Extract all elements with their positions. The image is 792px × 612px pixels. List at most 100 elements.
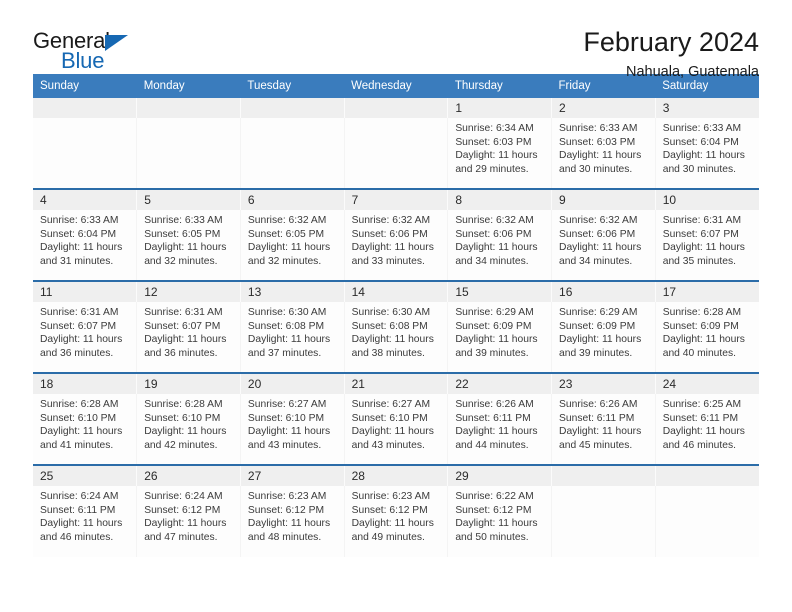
day-number[interactable]: 23 (551, 372, 656, 394)
day-number[interactable]: 24 (655, 372, 759, 394)
weekday-header-sunday: Sunday (33, 74, 137, 98)
daylight-text: and 32 minutes. (247, 255, 322, 267)
day-number[interactable]: 18 (33, 372, 138, 394)
day-cell[interactable]: Sunrise: 6:33 AM Sunset: 6:03 PM Daylight:… (551, 118, 656, 189)
day-cell[interactable]: Sunrise: 6:34 AM Sunset: 6:03 PM Daylight:… (447, 118, 553, 189)
day-number[interactable]: 7 (344, 188, 449, 210)
day-number[interactable]: 21 (344, 372, 449, 394)
day-cell[interactable]: Sunrise: 6:33 AM Sunset: 6:04 PM Daylight:… (655, 118, 759, 189)
week-daynumber-row: 11 12 13 14 15 16 17 (33, 280, 759, 302)
day-number[interactable]: 28 (344, 464, 449, 486)
day-cell[interactable]: Sunrise: 6:22 AM Sunset: 6:12 PM Daylight:… (447, 486, 553, 557)
day-cell[interactable]: Sunrise: 6:27 AM Sunset: 6:10 PM Daylight:… (240, 394, 345, 465)
day-cell[interactable]: Sunrise: 6:28 AM Sunset: 6:09 PM Daylight:… (655, 302, 759, 373)
daylight-text: and 44 minutes. (455, 439, 529, 451)
day-number[interactable]: 19 (136, 372, 241, 394)
daylight-text: Daylight: 11 hours (247, 242, 331, 254)
empty-day-number (551, 464, 656, 486)
day-cell[interactable]: Sunrise: 6:31 AM Sunset: 6:07 PM Daylight:… (136, 302, 241, 373)
empty-day-number (136, 98, 241, 118)
day-number[interactable]: 4 (33, 188, 138, 210)
day-cell[interactable]: Sunrise: 6:27 AM Sunset: 6:10 PM Daylight:… (344, 394, 449, 465)
sunset-text: Sunset: 6:11 PM (40, 504, 116, 516)
daylight-text: Daylight: 11 hours (559, 426, 642, 438)
day-number[interactable]: 15 (447, 280, 553, 302)
day-number[interactable]: 13 (240, 280, 345, 302)
sunrise-text: Sunrise: 6:24 AM (144, 491, 223, 502)
empty-day-cell (655, 486, 759, 557)
day-cell[interactable]: Sunrise: 6:24 AM Sunset: 6:11 PM Daylight:… (33, 486, 138, 557)
day-number[interactable]: 8 (447, 188, 553, 210)
sunrise-text: Sunrise: 6:28 AM (144, 399, 223, 410)
day-number[interactable]: 17 (655, 280, 759, 302)
day-number[interactable]: 3 (655, 98, 759, 118)
day-cell[interactable]: Sunrise: 6:26 AM Sunset: 6:11 PM Daylight:… (447, 394, 553, 465)
day-number[interactable]: 25 (33, 464, 138, 486)
empty-day-cell (240, 118, 345, 189)
logo-word-blue: Blue (61, 48, 105, 73)
day-cell[interactable]: Sunrise: 6:31 AM Sunset: 6:07 PM Daylight:… (33, 302, 138, 373)
day-number[interactable]: 5 (136, 188, 241, 210)
day-number[interactable]: 14 (344, 280, 449, 302)
day-number[interactable]: 16 (551, 280, 656, 302)
day-cell[interactable]: Sunrise: 6:32 AM Sunset: 6:06 PM Daylight:… (344, 210, 449, 281)
sunset-text: Sunset: 6:08 PM (351, 320, 428, 332)
sunrise-text: Sunrise: 6:25 AM (662, 399, 742, 410)
sunrise-text: Sunrise: 6:29 AM (559, 307, 638, 318)
day-cell[interactable]: Sunrise: 6:33 AM Sunset: 6:04 PM Daylight:… (33, 210, 138, 281)
daylight-text: and 42 minutes. (144, 439, 218, 451)
daylight-text: and 39 minutes. (455, 347, 529, 359)
page-header: General Blue February 2024 Nahuala, Guat… (33, 0, 759, 81)
day-number[interactable]: 10 (655, 188, 759, 210)
day-cell[interactable]: Sunrise: 6:25 AM Sunset: 6:11 PM Daylight:… (655, 394, 759, 465)
week-detail-row: Sunrise: 6:33 AM Sunset: 6:04 PM Daylight:… (33, 210, 759, 281)
day-cell[interactable]: Sunrise: 6:33 AM Sunset: 6:05 PM Daylight:… (136, 210, 241, 281)
day-number[interactable]: 1 (447, 98, 553, 118)
day-cell[interactable]: Sunrise: 6:32 AM Sunset: 6:06 PM Daylight:… (551, 210, 656, 281)
sunrise-text: Sunrise: 6:32 AM (247, 215, 327, 226)
day-cell[interactable]: Sunrise: 6:28 AM Sunset: 6:10 PM Daylight:… (33, 394, 138, 465)
day-number[interactable]: 6 (240, 188, 345, 210)
week-daynumber-row: 4 5 6 7 8 9 10 (33, 188, 759, 210)
sunset-text: Sunset: 6:07 PM (662, 228, 739, 240)
day-cell[interactable]: Sunrise: 6:31 AM Sunset: 6:07 PM Daylight:… (655, 210, 759, 281)
sunrise-text: Sunrise: 6:34 AM (455, 123, 534, 134)
day-cell[interactable]: Sunrise: 6:29 AM Sunset: 6:09 PM Daylight:… (447, 302, 553, 373)
sunrise-text: Sunrise: 6:26 AM (455, 399, 534, 410)
daylight-text: and 31 minutes. (40, 255, 114, 267)
daylight-text: Daylight: 11 hours (247, 334, 331, 346)
day-cell[interactable]: Sunrise: 6:30 AM Sunset: 6:08 PM Daylight:… (344, 302, 449, 373)
day-cell[interactable]: Sunrise: 6:29 AM Sunset: 6:09 PM Daylight:… (551, 302, 656, 373)
day-cell[interactable]: Sunrise: 6:32 AM Sunset: 6:05 PM Daylight:… (240, 210, 345, 281)
day-cell[interactable]: Sunrise: 6:26 AM Sunset: 6:11 PM Daylight:… (551, 394, 656, 465)
day-number[interactable]: 9 (551, 188, 656, 210)
day-number[interactable]: 27 (240, 464, 345, 486)
day-cell[interactable]: Sunrise: 6:24 AM Sunset: 6:12 PM Daylight:… (136, 486, 241, 557)
daylight-text: and 36 minutes. (40, 347, 114, 359)
daylight-text: Daylight: 11 hours (247, 518, 331, 530)
daylight-text: and 30 minutes. (662, 163, 736, 175)
day-number[interactable]: 26 (136, 464, 241, 486)
sunrise-text: Sunrise: 6:33 AM (559, 123, 638, 134)
day-number[interactable]: 11 (33, 280, 138, 302)
sunset-text: Sunset: 6:05 PM (247, 228, 325, 240)
day-number[interactable]: 29 (447, 464, 553, 486)
day-cell[interactable]: Sunrise: 6:23 AM Sunset: 6:12 PM Daylight:… (240, 486, 345, 557)
week-daynumber-row: 25 26 27 28 29 (33, 464, 759, 486)
day-cell[interactable]: Sunrise: 6:23 AM Sunset: 6:12 PM Daylight:… (344, 486, 449, 557)
day-number[interactable]: 2 (551, 98, 656, 118)
day-number[interactable]: 22 (447, 372, 553, 394)
daylight-text: Daylight: 11 hours (455, 426, 538, 438)
day-number[interactable]: 20 (240, 372, 345, 394)
daylight-text: and 38 minutes. (351, 347, 425, 359)
daylight-text: and 30 minutes. (559, 163, 633, 175)
empty-day-cell (136, 118, 241, 189)
sunset-text: Sunset: 6:06 PM (455, 228, 532, 240)
sunset-text: Sunset: 6:12 PM (455, 504, 532, 516)
empty-day-cell (551, 486, 656, 557)
day-number[interactable]: 12 (136, 280, 241, 302)
day-cell[interactable]: Sunrise: 6:32 AM Sunset: 6:06 PM Daylight:… (447, 210, 553, 281)
day-cell[interactable]: Sunrise: 6:30 AM Sunset: 6:08 PM Daylight:… (240, 302, 345, 373)
daylight-text: Daylight: 11 hours (455, 242, 538, 254)
day-cell[interactable]: Sunrise: 6:28 AM Sunset: 6:10 PM Daylight:… (136, 394, 241, 465)
